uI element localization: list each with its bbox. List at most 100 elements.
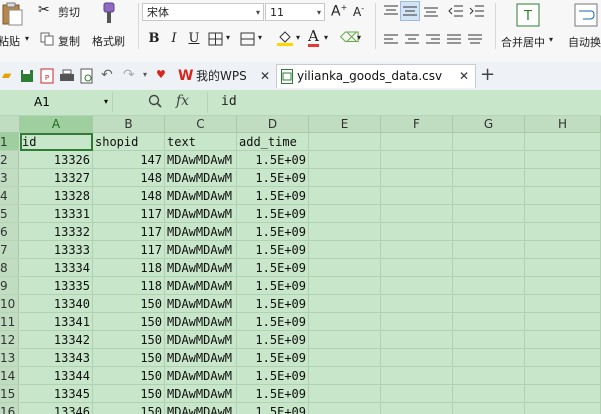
row-header[interactable]: 6 xyxy=(0,223,19,241)
cell-id[interactable]: 13340 xyxy=(20,295,93,313)
column-header-f[interactable]: F xyxy=(381,116,453,133)
cell-id[interactable]: 13327 xyxy=(20,169,93,187)
cell[interactable] xyxy=(381,187,453,205)
cell[interactable] xyxy=(381,151,453,169)
cell-id[interactable]: 13346 xyxy=(20,403,93,414)
folder-icon[interactable]: ▰ xyxy=(2,68,11,82)
save-icon[interactable] xyxy=(20,69,34,83)
cell[interactable] xyxy=(309,277,381,295)
cell-id[interactable]: 13335 xyxy=(20,277,93,295)
column-header-b[interactable]: B xyxy=(93,116,165,133)
underline-button[interactable]: U xyxy=(186,31,202,47)
export-pdf-icon[interactable]: P xyxy=(40,68,54,84)
chevron-down-icon[interactable]: ▾ xyxy=(357,33,361,42)
cell-shopid[interactable]: 147 xyxy=(93,151,165,169)
new-tab-icon[interactable]: + xyxy=(480,64,495,85)
cell[interactable] xyxy=(381,349,453,367)
cell[interactable] xyxy=(381,295,453,313)
copy-button[interactable]: 复制 xyxy=(38,31,88,49)
cell-add-time[interactable]: 1.5E+09 xyxy=(237,367,309,385)
cell-id[interactable]: 13331 xyxy=(20,205,93,223)
cell-text[interactable]: MDAwMDAwM xyxy=(165,151,237,169)
font-size-select[interactable]: 11 ▾ xyxy=(265,3,325,21)
cell[interactable] xyxy=(453,277,525,295)
cell[interactable] xyxy=(525,349,601,367)
cell[interactable] xyxy=(309,331,381,349)
spreadsheet-grid[interactable]: ABCDEFGH 1 id shopid text add_time 2 13326 147 M… xyxy=(0,116,601,414)
cell[interactable] xyxy=(525,223,601,241)
cell[interactable] xyxy=(309,187,381,205)
cell[interactable] xyxy=(309,349,381,367)
cell-text[interactable]: MDAwMDAwM xyxy=(165,367,237,385)
cell[interactable] xyxy=(381,205,453,223)
cell-text[interactable]: MDAwMDAwM xyxy=(165,331,237,349)
cell[interactable] xyxy=(309,241,381,259)
row-header[interactable]: 5 xyxy=(0,205,19,223)
align-bottom-icon[interactable] xyxy=(423,4,439,18)
cell[interactable] xyxy=(309,223,381,241)
row-header[interactable]: 13 xyxy=(0,349,19,367)
pin-icon[interactable]: ♥ xyxy=(156,68,166,81)
bold-button[interactable]: B xyxy=(146,31,162,47)
cell-id[interactable]: 13332 xyxy=(20,223,93,241)
cell[interactable] xyxy=(525,403,601,414)
align-center-icon[interactable] xyxy=(404,33,420,47)
cell-shopid[interactable]: 150 xyxy=(93,403,165,414)
cell-text[interactable]: MDAwMDAwM xyxy=(165,349,237,367)
fill-color-icon[interactable] xyxy=(276,29,294,47)
cell[interactable] xyxy=(381,277,453,295)
cell[interactable] xyxy=(381,403,453,414)
formula-input[interactable]: id xyxy=(221,94,237,109)
cell[interactable] xyxy=(453,385,525,403)
italic-button[interactable]: I xyxy=(166,31,182,47)
cell-shopid[interactable]: 150 xyxy=(93,331,165,349)
cell-id[interactable]: 13341 xyxy=(20,313,93,331)
cell[interactable] xyxy=(381,313,453,331)
cell-add-time[interactable]: 1.5E+09 xyxy=(237,313,309,331)
chevron-down-icon[interactable]: ▾ xyxy=(258,33,262,42)
cell[interactable] xyxy=(525,205,601,223)
cell[interactable] xyxy=(309,169,381,187)
cell-add-time[interactable]: 1.5E+09 xyxy=(237,151,309,169)
borders-icon[interactable] xyxy=(208,32,224,46)
align-middle-button[interactable] xyxy=(400,1,420,21)
cell-shopid[interactable]: 150 xyxy=(93,295,165,313)
cell[interactable] xyxy=(525,331,601,349)
cell[interactable] xyxy=(309,205,381,223)
select-all-corner[interactable] xyxy=(0,116,20,133)
cell-add-time[interactable]: 1.5E+09 xyxy=(237,205,309,223)
print-icon[interactable] xyxy=(59,69,75,83)
cell[interactable] xyxy=(525,367,601,385)
redo-icon[interactable]: ↷ xyxy=(123,67,135,83)
merge-center-button[interactable]: T 合并居中 ▾ xyxy=(498,0,558,50)
column-header-h[interactable]: H xyxy=(525,116,601,133)
close-icon[interactable]: ✕ xyxy=(459,64,469,88)
cell-text[interactable]: MDAwMDAwM xyxy=(165,223,237,241)
cell-shopid[interactable]: 150 xyxy=(93,313,165,331)
cell-id[interactable]: 13334 xyxy=(20,259,93,277)
cell-text[interactable]: MDAwMDAwM xyxy=(165,241,237,259)
zoom-icon[interactable] xyxy=(148,94,162,108)
justify-icon[interactable] xyxy=(446,33,462,47)
cell[interactable] xyxy=(309,313,381,331)
auto-wrap-button[interactable]: 自动换 xyxy=(562,0,601,50)
chevron-down-icon[interactable]: ▾ xyxy=(226,33,230,42)
cell[interactable] xyxy=(525,169,601,187)
cell-text[interactable]: MDAwMDAwM xyxy=(165,169,237,187)
chevron-down-icon[interactable]: ▾ xyxy=(296,33,300,42)
cell[interactable] xyxy=(525,295,601,313)
grow-font-icon[interactable]: A+ xyxy=(331,3,347,20)
cell-add-time[interactable]: 1.5E+09 xyxy=(237,259,309,277)
cell-add-time[interactable]: 1.5E+09 xyxy=(237,385,309,403)
chevron-down-icon[interactable]: ▾ xyxy=(25,34,29,43)
cell-add-time[interactable]: 1.5E+09 xyxy=(237,331,309,349)
row-header[interactable]: 1 xyxy=(0,133,19,151)
cell[interactable] xyxy=(381,367,453,385)
cell[interactable] xyxy=(309,295,381,313)
cell[interactable] xyxy=(453,259,525,277)
cell[interactable] xyxy=(381,385,453,403)
column-header-c[interactable]: C xyxy=(165,116,237,133)
cell[interactable] xyxy=(453,241,525,259)
cell[interactable] xyxy=(525,313,601,331)
cell[interactable] xyxy=(525,385,601,403)
